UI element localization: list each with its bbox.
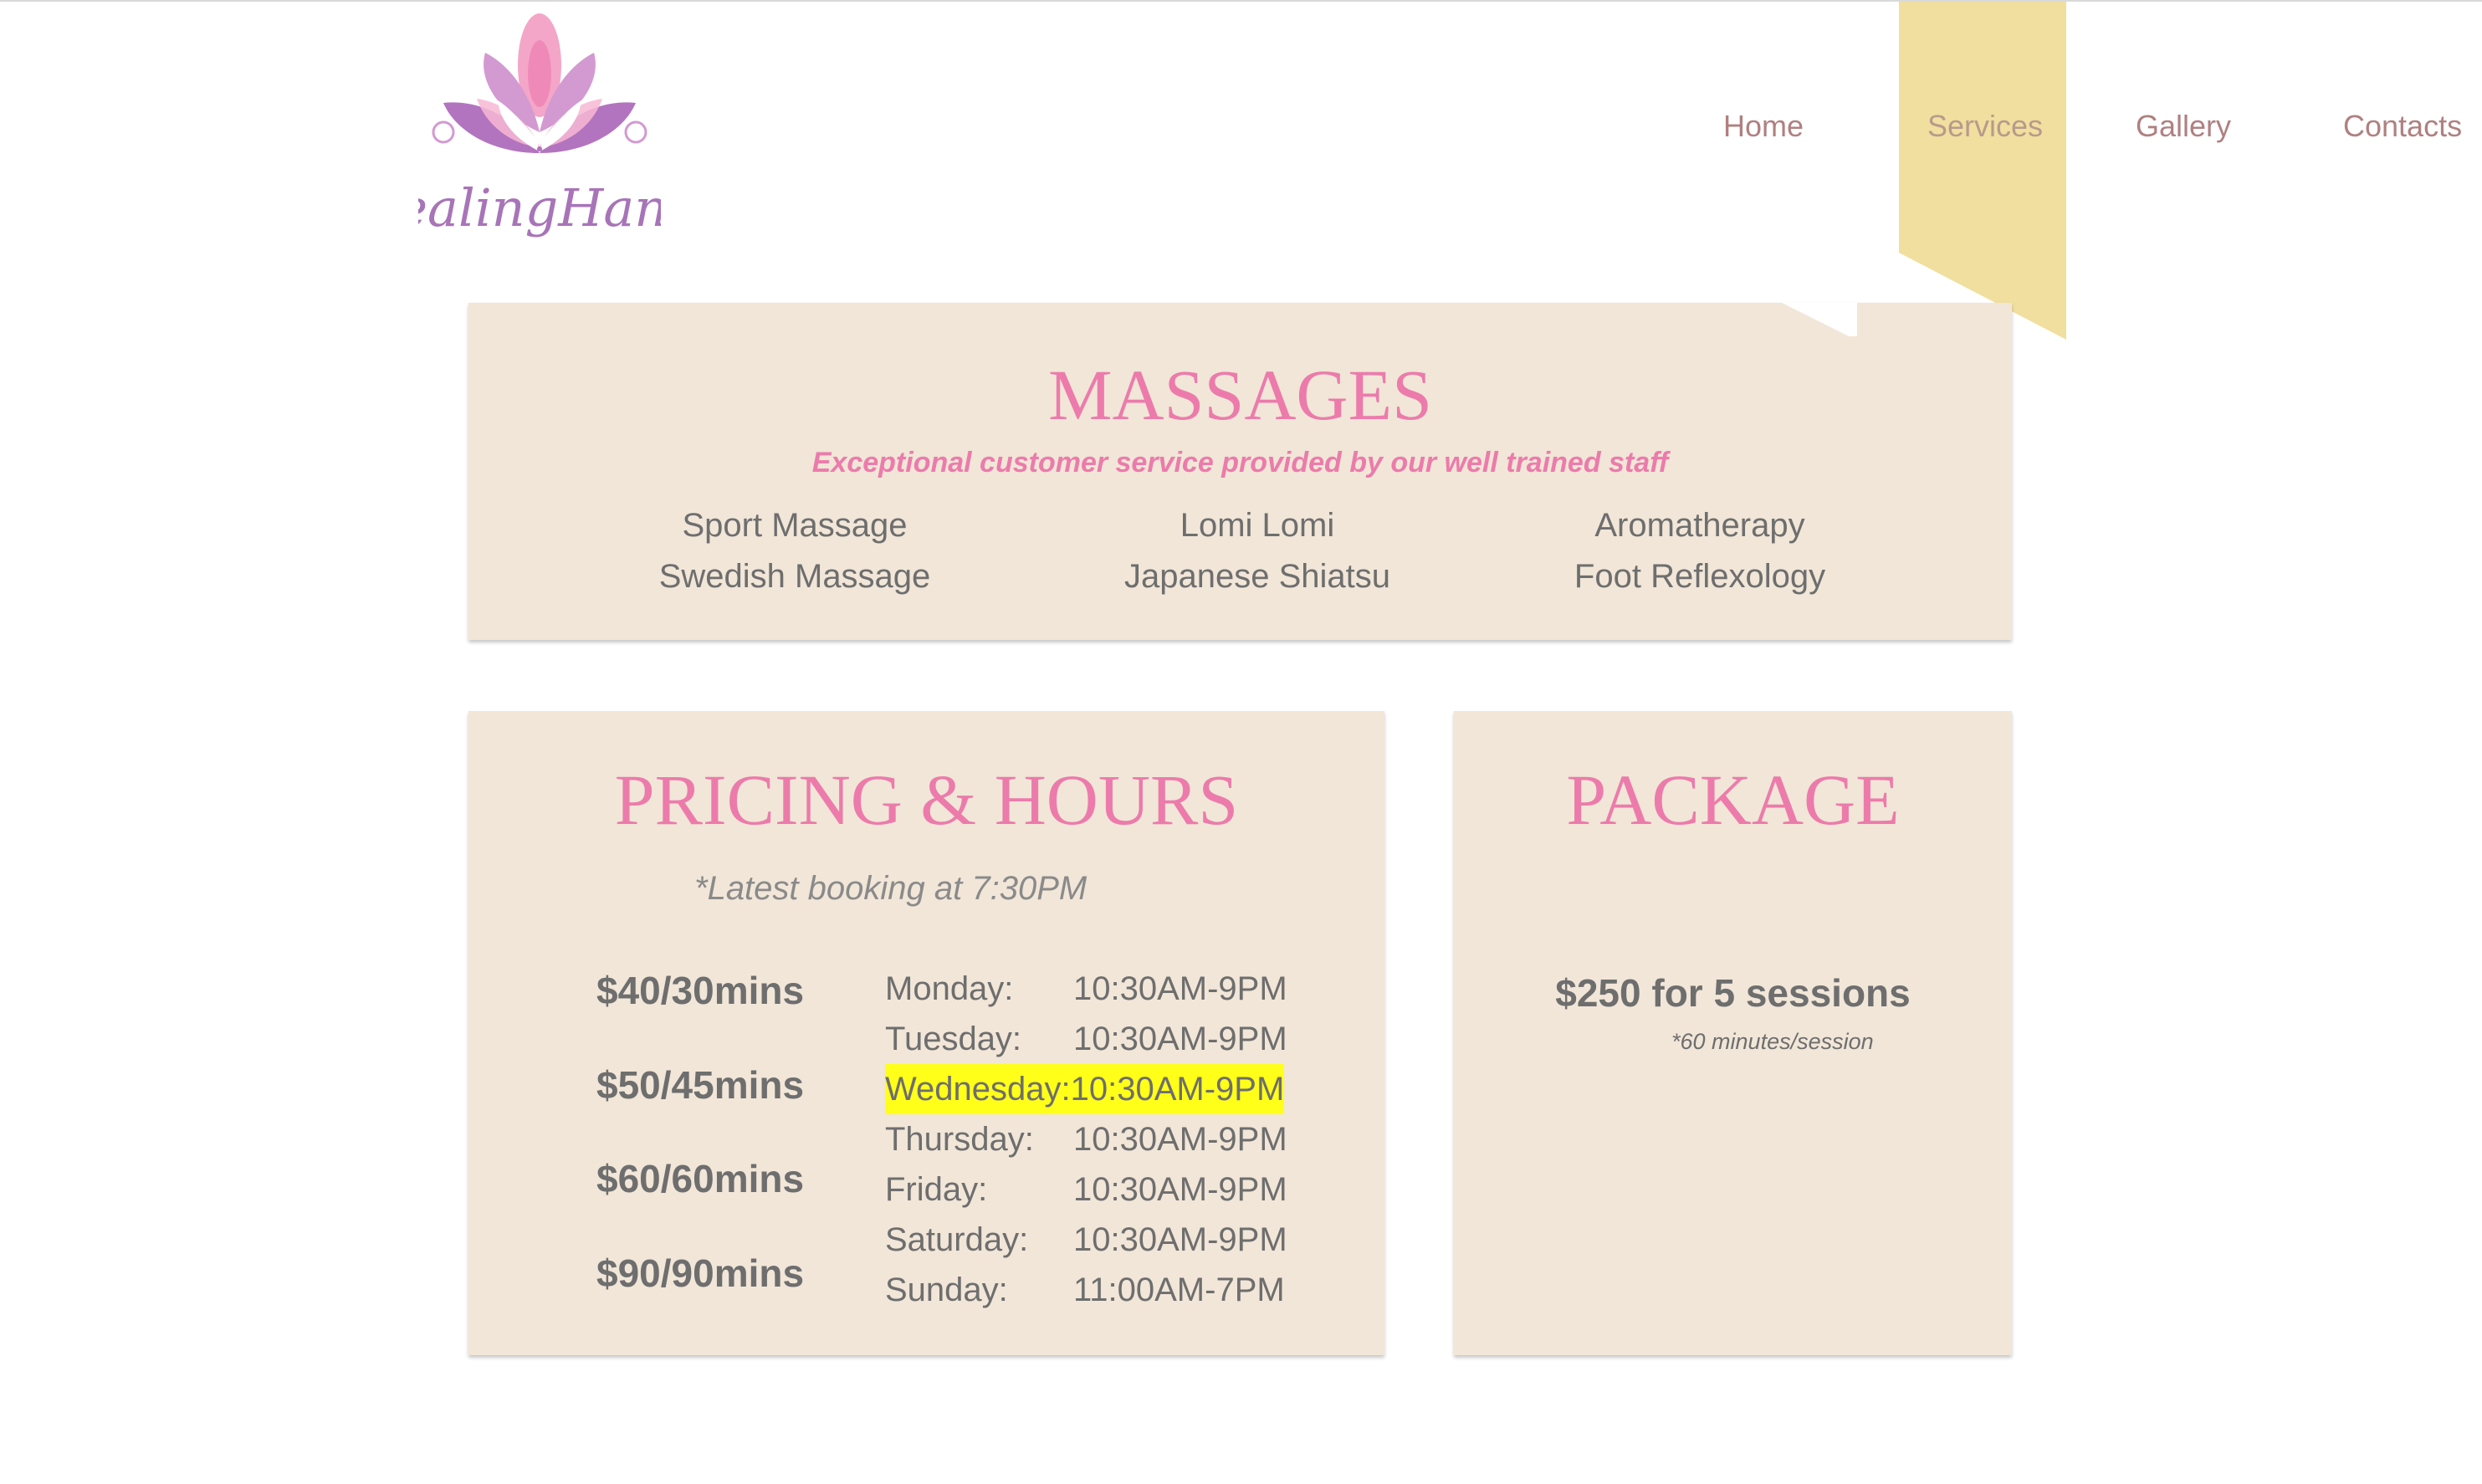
price-item: $90/90mins — [596, 1251, 805, 1295]
package-price: $250 for 5 sessions — [1555, 971, 1911, 1015]
hours-day: Wednesday: — [885, 1071, 1071, 1108]
active-nav-ribbon — [1899, 2, 2066, 340]
hours-time: 10:30AM-9PM — [1073, 1221, 1287, 1258]
hours-row-tuesday: Tuesday: 10:30AM-9PM — [885, 1014, 1287, 1064]
card-notch — [1782, 303, 1857, 336]
package-title: PACKAGE — [1566, 760, 1900, 840]
hours-row-monday: Monday: 10:30AM-9PM — [885, 964, 1287, 1014]
nav-home-link[interactable]: Home — [1723, 109, 1804, 144]
lotus-hands-icon: HealingHands — [418, 13, 661, 238]
price-item: $50/45mins — [596, 1063, 805, 1107]
hours-time: 10:30AM-9PM — [1073, 1171, 1287, 1208]
hours-time: 11:00AM-7PM — [1073, 1272, 1285, 1308]
hours-time: 10:30AM-9PM — [1073, 970, 1287, 1007]
hours-day: Monday: — [885, 970, 1014, 1007]
nav-contacts-link[interactable]: Contacts — [2343, 109, 2462, 144]
package-note: *60 minutes/session — [1671, 1029, 1874, 1054]
services-column: Aromatherapy Foot Reflexology — [1491, 500, 1909, 602]
pricing-title: PRICING & HOURS — [614, 760, 1239, 840]
service-item: Japanese Shiatsu — [1123, 558, 1390, 595]
massages-subtitle: Exceptional customer service provided by… — [811, 447, 1669, 478]
hours-day: Friday: — [885, 1171, 988, 1208]
hours-row-saturday: Saturday: 10:30AM-9PM — [885, 1215, 1287, 1265]
hours-row-wednesday-highlighted: Wednesday:10:30AM-9PM — [885, 1064, 1285, 1114]
brand-logo[interactable]: HealingHands — [418, 7, 661, 258]
hours-day: Tuesday: — [885, 1021, 1022, 1057]
service-item: Lomi Lomi — [1180, 507, 1335, 544]
opening-hours-list: Monday: 10:30AM-9PM Tuesday: 10:30AM-9PM W… — [885, 964, 1287, 1315]
service-item: Swedish Massage — [658, 558, 931, 595]
booking-note: *Latest booking at 7:30PM — [694, 870, 1087, 907]
nav-gallery-link[interactable]: Gallery — [2136, 109, 2231, 144]
svg-text:HealingHands: HealingHands — [418, 177, 661, 238]
pricing-hours-card: PRICING & HOURS *Latest booking at 7:30P… — [468, 711, 1384, 1355]
hours-time: 10:30AM-9PM — [1073, 1121, 1287, 1158]
price-item: $60/60mins — [596, 1157, 805, 1200]
nav-services-link[interactable]: Services — [1927, 109, 2043, 144]
service-item: Aromatherapy — [1594, 507, 1805, 544]
hours-row-sunday: Sunday: 11:00AM-7PM — [885, 1265, 1287, 1315]
price-item: $40/30mins — [596, 969, 805, 1012]
services-column: Lomi Lomi Japanese Shiatsu — [1048, 500, 1466, 602]
massages-title: MASSAGES — [1048, 355, 1432, 435]
service-item: Foot Reflexology — [1574, 558, 1826, 595]
hours-time: 10:30AM-9PM — [1073, 1021, 1287, 1057]
hours-day: Saturday: — [885, 1221, 1029, 1258]
hours-row-thursday: Thursday: 10:30AM-9PM — [885, 1114, 1287, 1164]
services-column: Sport Massage Swedish Massage — [586, 500, 1004, 602]
massages-card: MASSAGES Exceptional customer service pr… — [468, 303, 2012, 640]
hours-day: Thursday: — [885, 1121, 1034, 1158]
package-card: PACKAGE $250 for 5 sessions *60 minutes/… — [1454, 711, 2012, 1355]
service-item: Sport Massage — [682, 507, 908, 544]
hours-day: Sunday: — [885, 1272, 1008, 1308]
hours-row-friday: Friday: 10:30AM-9PM — [885, 1164, 1287, 1215]
hours-time: 10:30AM-9PM — [1070, 1071, 1285, 1108]
